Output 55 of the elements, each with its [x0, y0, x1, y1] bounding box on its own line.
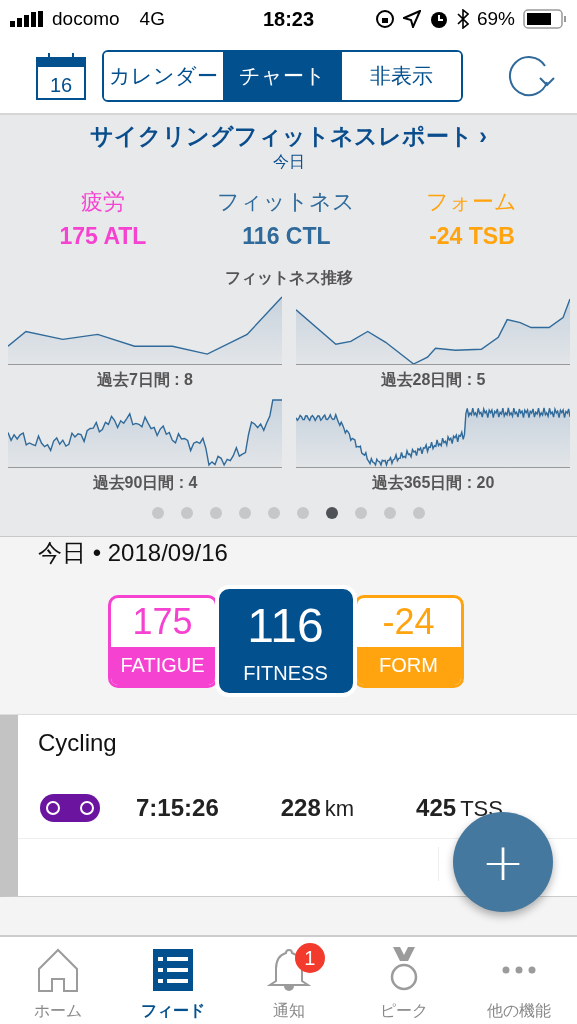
badge-label: FATIGUE — [120, 654, 205, 677]
page-dot[interactable] — [152, 507, 164, 519]
medal-icon — [388, 947, 419, 993]
page-dot[interactable] — [181, 507, 193, 519]
metric-label: 疲労 — [80, 188, 125, 216]
alarm-icon — [428, 9, 449, 29]
notification-badge: 1 — [294, 943, 325, 973]
network-type: 4G — [139, 8, 165, 30]
report-title-link[interactable]: サイクリングフィットネスレポート › — [89, 121, 488, 152]
badge-value: 175 — [132, 601, 193, 643]
battery-icon — [523, 9, 567, 29]
rotation-lock-icon — [374, 9, 395, 29]
date-label: 今日 • 2018/09/16 — [38, 538, 228, 568]
trend-label: 過去90日間 : 4 — [92, 473, 198, 493]
report-subtitle: 今日 — [272, 152, 305, 172]
badge-label: FORM — [379, 654, 438, 677]
page-dot[interactable] — [355, 507, 367, 519]
trend-label: 過去7日間 : 8 — [97, 370, 193, 390]
location-icon — [402, 10, 421, 28]
page-dot[interactable] — [326, 507, 338, 519]
metric-value: 116 CTL — [242, 223, 331, 250]
chain-link-icon — [40, 793, 100, 822]
bluetooth-icon — [456, 9, 469, 29]
metric-label: フィットネス — [217, 188, 356, 216]
tab-bar-item[interactable]: 通知 1 — [230, 937, 347, 1024]
badge-value: 116 — [247, 597, 324, 653]
badge-value: -24 — [382, 601, 435, 643]
page-dot[interactable] — [239, 507, 251, 519]
page-dot[interactable] — [384, 507, 396, 519]
metric-label: フォーム — [426, 188, 518, 216]
page-dot[interactable] — [210, 507, 222, 519]
home-icon — [36, 947, 79, 993]
badge-label: FITNESS — [243, 661, 328, 685]
trend-title: フィットネス推移 — [224, 268, 353, 288]
tab-bar-item[interactable]: ピーク — [346, 937, 462, 1024]
signal-icon — [10, 11, 46, 27]
tab-bar-item[interactable]: 他の機能 — [461, 937, 577, 1024]
duration-value: 7:15:26 — [136, 793, 219, 822]
list-icon — [153, 947, 194, 993]
tab-bar-item[interactable]: ホーム — [0, 937, 116, 1024]
segment-tab[interactable]: チャート — [223, 51, 342, 100]
page-dot[interactable] — [268, 507, 280, 519]
more-icon — [502, 966, 537, 974]
metric-value: -24 TSB — [429, 223, 515, 250]
clock-time: 18:23 — [262, 7, 315, 31]
activity-title: Cycling — [37, 728, 118, 757]
tab-bar-item[interactable]: フィード — [115, 937, 231, 1024]
metric-value: 175 ATL — [59, 223, 147, 250]
page-dot[interactable] — [413, 507, 425, 519]
carrier-name: docomo — [52, 8, 120, 30]
battery-percent: 69% — [476, 8, 515, 30]
page-dot[interactable] — [297, 507, 309, 519]
distance-value: 228 km — [280, 793, 355, 822]
trend-label: 過去365日間 : 20 — [371, 473, 495, 493]
trend-label: 過去28日間 : 5 — [380, 370, 486, 390]
